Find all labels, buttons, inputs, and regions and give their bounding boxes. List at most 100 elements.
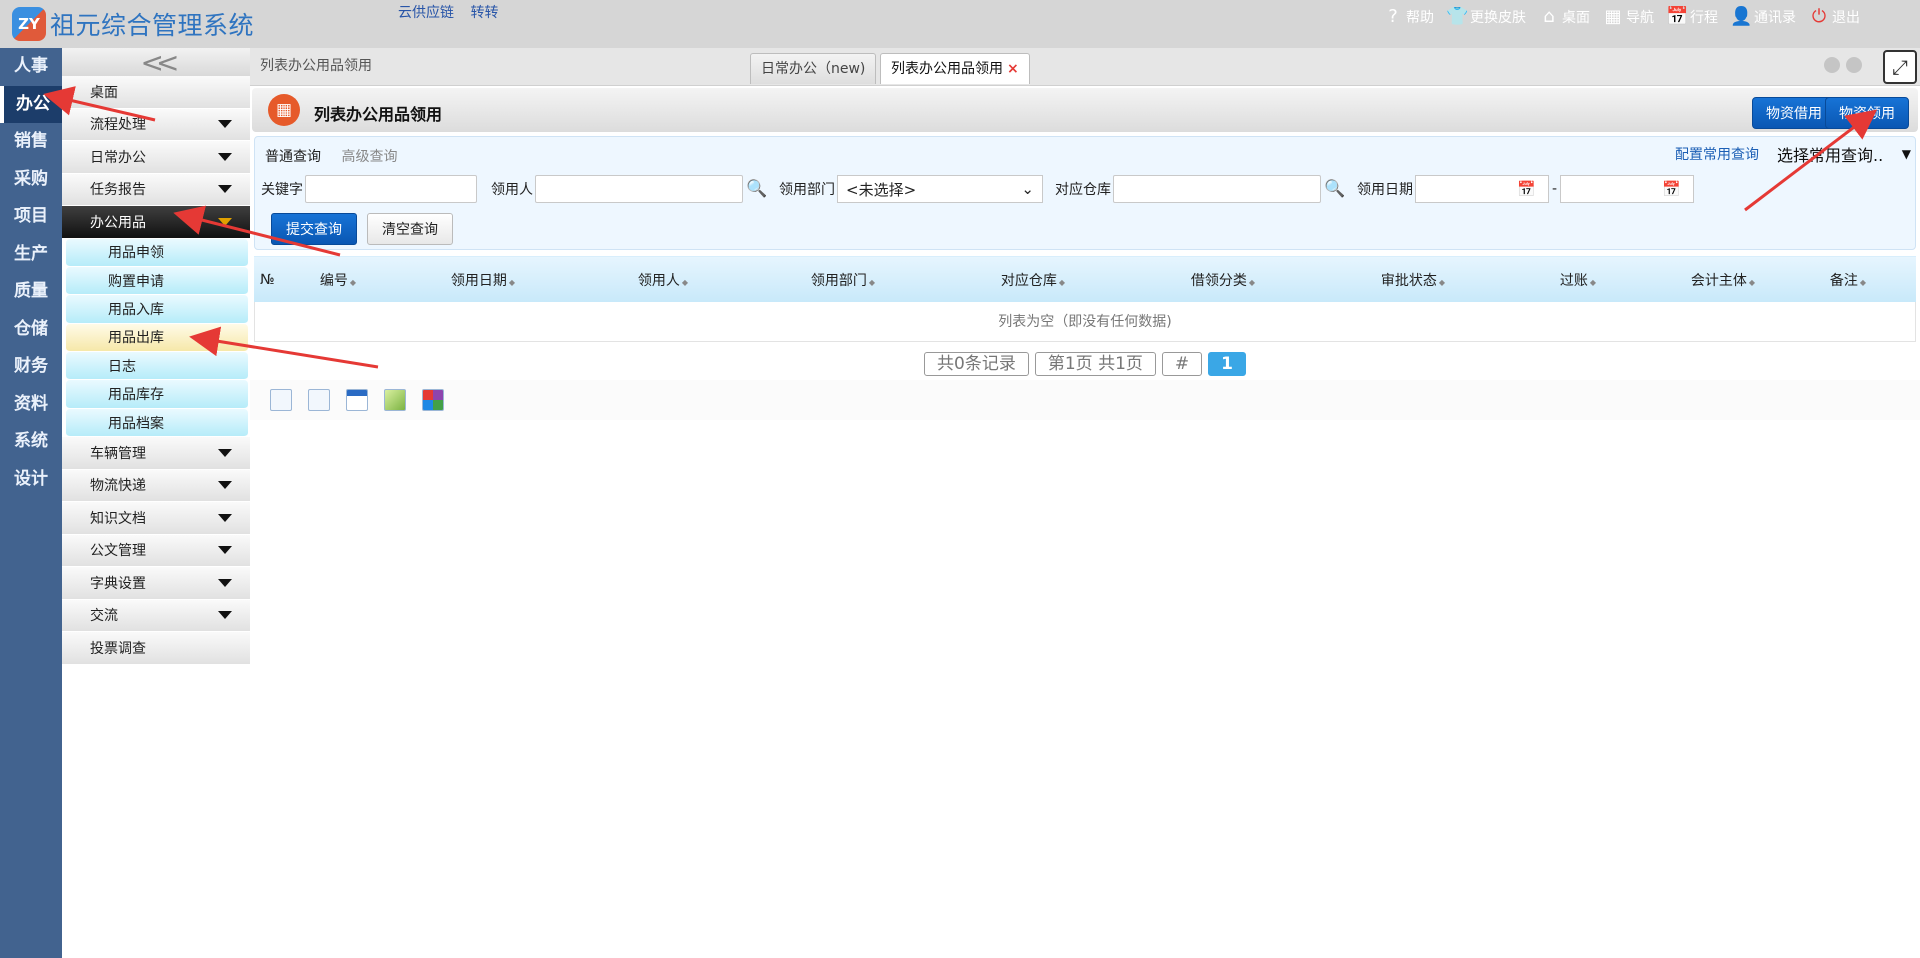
col-department[interactable]: 领用部门 ◆ [748,270,938,290]
desktop-button[interactable]: ⌂ 桌面 [1538,6,1590,28]
top-bar: ZY 祖元综合管理系统 云供应链 转转 ? 帮助 👕 更换皮肤 ⌂ 桌面 ▦ 导航 📅 行… [0,0,1920,48]
current-page-button[interactable]: 1 [1208,352,1246,376]
config-query-link[interactable]: 配置常用查询 [1675,144,1759,164]
col-approval[interactable]: 审批状态 ◆ [1318,270,1508,290]
menu-item-daily-office[interactable]: 日常办公 [62,141,250,174]
navigation-button[interactable]: ▦ 导航 [1602,6,1654,28]
link-zhuanzhuan[interactable]: 转转 [470,5,498,21]
module-finance[interactable]: 财务 [0,348,62,386]
power-icon: ⏻ [1811,6,1827,27]
tab-next-icon[interactable] [1846,57,1862,73]
submenu-log[interactable]: 日志 [66,352,248,381]
tab-daily-office[interactable]: 日常办公（new) [750,53,877,84]
submenu-stock-out[interactable]: 用品出库 [66,323,248,353]
module-office[interactable]: 办公 [0,85,62,123]
menu-item-communication[interactable]: 交流 [62,599,250,633]
tab-supply-list[interactable]: 列表办公用品领用 × [880,53,1030,84]
caret-down-icon [218,513,232,522]
schedule-button[interactable]: 📅 行程 [1666,6,1718,28]
link-cloud-supply[interactable]: 云供应链 [398,5,454,21]
menu-item-voting[interactable]: 投票调查 [62,632,250,665]
module-quality[interactable]: 质量 [0,273,62,311]
col-receiver[interactable]: 领用人 ◆ [578,270,748,290]
menu-group-office-supplies[interactable]: 办公用品 [62,206,250,239]
preset-query-select[interactable]: 选择常用查询.. ▼ [1777,143,1911,165]
module-production[interactable]: 生产 [0,236,62,274]
menu-item-knowledge[interactable]: 知识文档 [62,502,250,535]
contacts-button[interactable]: 👤 通讯录 [1730,6,1796,28]
page-jump-button[interactable]: # [1161,352,1203,376]
select-icon[interactable] [270,389,292,411]
sort-icon: ◆ [1859,277,1867,287]
receiver-input[interactable] [535,175,743,203]
logout-button[interactable]: ⏻ 退出 [1808,6,1860,28]
search-icon[interactable]: 🔍 [746,179,767,199]
module-project[interactable]: 项目 [0,198,62,236]
col-number[interactable]: № [254,272,288,288]
module-hr[interactable]: 人事 [0,48,62,86]
submit-query-button[interactable]: 提交查询 [271,213,357,245]
menu-item-dictionary[interactable]: 字典设置 [62,567,250,600]
collapse-sidebar-button[interactable]: << [62,46,250,79]
table-header: № 编号 ◆ 领用日期 ◆ 领用人 ◆ 领用部门 ◆ 对应仓库 ◆ 借领分类 ◆ 审批状态 ◆… [254,256,1916,302]
edit-icon[interactable] [384,389,406,411]
search-icon[interactable]: 🔍 [1324,179,1345,199]
caret-down-icon [218,578,232,587]
col-posting[interactable]: 过账 ◆ [1508,270,1648,290]
menu-item-vehicles[interactable]: 车辆管理 [62,437,250,470]
submenu-purchase-request[interactable]: 购置申请 [66,266,248,296]
app-logo-icon: ZY [12,7,46,41]
menu-item-documents[interactable]: 公文管理 [62,534,250,568]
module-system[interactable]: 系统 [0,423,62,461]
tab-prev-icon[interactable] [1824,57,1840,73]
date-separator: - [1552,181,1558,197]
col-warehouse[interactable]: 对应仓库 ◆ [938,270,1128,290]
borrow-supplies-button[interactable]: 物资借用 [1752,97,1836,129]
module-sales[interactable]: 销售 [0,123,62,161]
sidebar-menu: << 桌面 流程处理 日常办公 任务报告 办公用品 用品申领 购置申请 用品入库… [62,46,250,958]
menu-item-process[interactable]: 流程处理 [62,108,250,141]
close-tab-icon[interactable]: × [1007,61,1019,77]
document-icon[interactable] [308,389,330,411]
tab-advanced-query[interactable]: 高级查询 [341,149,397,165]
date-to-input[interactable]: 📅 [1560,175,1695,203]
breadcrumb: 列表办公用品领用 [260,58,372,74]
col-category[interactable]: 借领分类 ◆ [1128,270,1318,290]
keyword-input[interactable] [305,175,477,203]
page-header: ▦ 列表办公用品领用 物资借用 物资领用 [252,88,1918,132]
brand[interactable]: ZY 祖元综合管理系统 [12,6,254,42]
module-warehouse[interactable]: 仓储 [0,311,62,349]
date-from-input[interactable]: 📅 [1415,175,1549,203]
empty-message: 列表为空（即没有任何数据) [254,302,1916,342]
menu-item-logistics[interactable]: 物流快递 [62,469,250,503]
app-title: 祖元综合管理系统 [50,11,255,40]
submenu-stock-in[interactable]: 用品入库 [66,295,248,324]
tab-normal-query[interactable]: 普通查询 [265,149,321,165]
col-date[interactable]: 领用日期 ◆ [388,270,578,290]
module-data[interactable]: 资料 [0,386,62,424]
menu-item-desktop[interactable]: 桌面 [62,76,250,109]
submenu-supply-request[interactable]: 用品申领 [66,238,248,267]
caret-down-icon [218,448,232,457]
col-remarks[interactable]: 备注 ◆ [1798,270,1898,290]
receiver-label: 领用人 [491,182,533,198]
clear-query-button[interactable]: 清空查询 [367,213,453,245]
warehouse-input[interactable] [1113,175,1321,203]
module-design[interactable]: 设计 [0,461,62,499]
receive-supplies-button[interactable]: 物资领用 [1825,97,1909,129]
query-fields: 关键字 领用人 🔍 领用部门 <未选择> ⌄ 对应仓库 🔍 领用日期 📅 - 📅 [261,175,1695,203]
calendar-table-icon[interactable] [346,389,368,411]
menu-item-task-report[interactable]: 任务报告 [62,173,250,206]
keyword-label: 关键字 [261,182,303,198]
col-code[interactable]: 编号 ◆ [288,270,388,290]
sort-icon: ◆ [1248,277,1256,287]
puzzle-icon[interactable] [422,389,444,411]
maximize-button[interactable]: ⤢ [1883,50,1917,84]
submenu-archive[interactable]: 用品档案 [66,408,248,438]
col-entity[interactable]: 会计主体 ◆ [1648,270,1798,290]
change-skin-button[interactable]: 👕 更换皮肤 [1446,6,1526,28]
help-button[interactable]: ? 帮助 [1382,6,1434,28]
department-select[interactable]: <未选择> ⌄ [837,175,1043,203]
submenu-inventory[interactable]: 用品库存 [66,380,248,409]
module-purchase[interactable]: 采购 [0,161,62,199]
